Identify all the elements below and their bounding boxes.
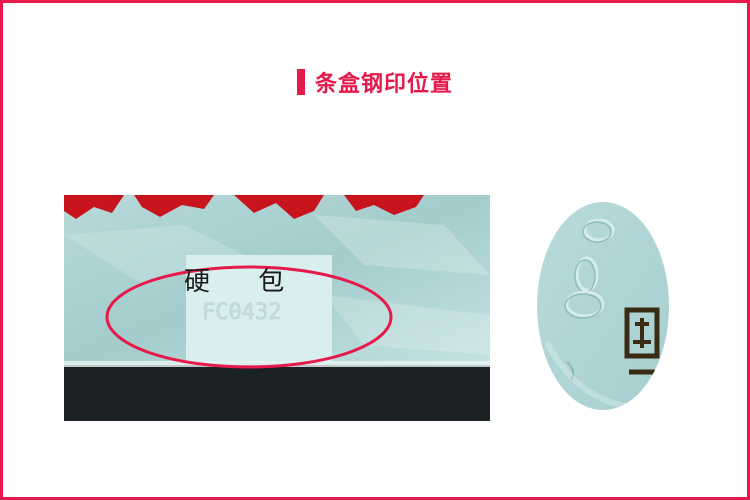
title-accent-bar xyxy=(296,69,305,95)
svg-text:FC0432: FC0432 xyxy=(202,300,281,325)
carton-photo: FC0432 硬 包 xyxy=(64,195,490,421)
section-header: 条盒钢印位置 xyxy=(0,66,750,98)
zoom-illustration xyxy=(537,202,669,410)
carton-illustration: FC0432 xyxy=(64,195,490,421)
label-text: 硬 包 xyxy=(184,267,305,297)
base-surface xyxy=(64,365,490,421)
emboss-detail-zoom xyxy=(537,202,669,410)
page-title: 条盒钢印位置 xyxy=(314,72,453,97)
